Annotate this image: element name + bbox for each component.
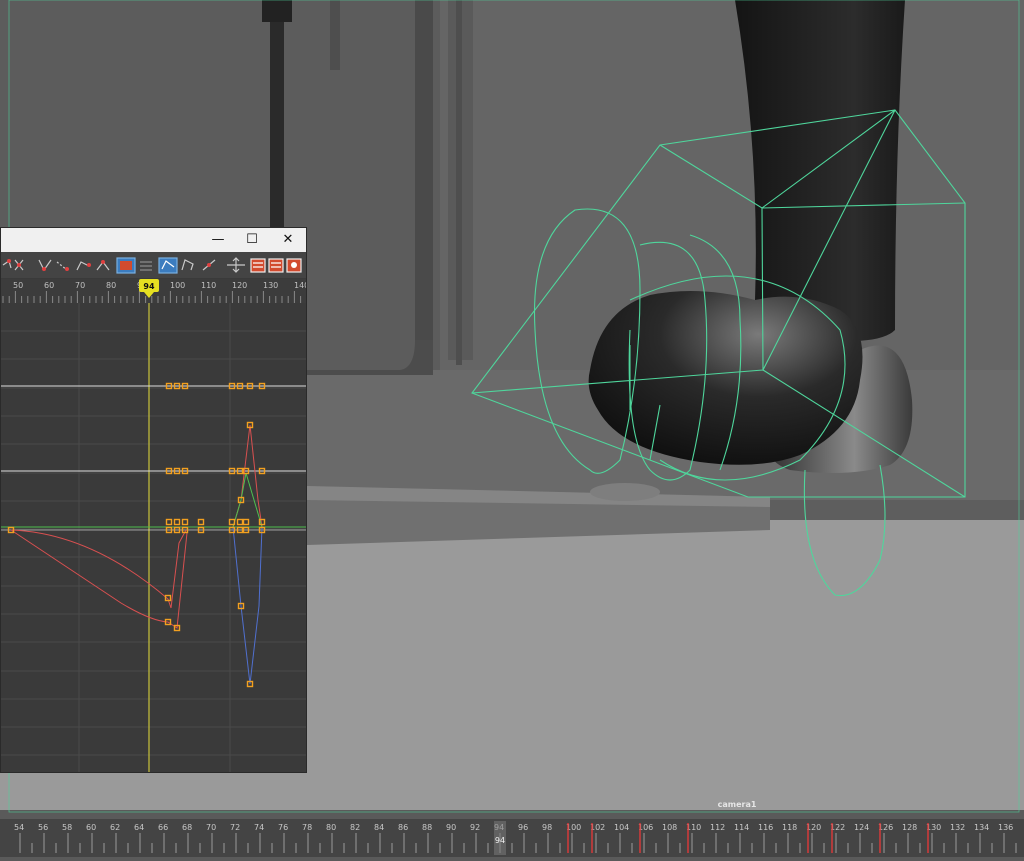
ruler-label: 120: [232, 281, 247, 290]
timeline-tick-label: 66: [158, 823, 168, 832]
ruler-label: 80: [106, 281, 116, 290]
timeline-tick-label: 82: [350, 823, 360, 832]
timeline-tick-label: 112: [710, 823, 725, 832]
timeline-tick-label: 90: [446, 823, 456, 832]
frame-playback-icon[interactable]: [140, 261, 152, 271]
timeline-tick-label: 86: [398, 823, 408, 832]
timeline-tick-label: 124: [854, 823, 869, 832]
buffer-icon[interactable]: [202, 259, 216, 271]
graph-grid: [1, 303, 306, 772]
maximize-button[interactable]: ☐: [243, 231, 261, 249]
ruler-label: 60: [44, 281, 54, 290]
graph-editor-titlebar[interactable]: — ☐ ✕: [1, 228, 306, 252]
timeline-current-frame[interactable]: 94: [494, 821, 506, 855]
add-key-icon[interactable]: [56, 261, 69, 271]
timeline-tick-label: 136: [998, 823, 1013, 832]
ruler-label: 70: [75, 281, 85, 290]
timeline-tick-label: 132: [950, 823, 965, 832]
current-frame-label: 94: [143, 282, 155, 291]
frame-all-icon[interactable]: [116, 257, 136, 274]
pipe: [270, 15, 284, 230]
timeline-tick-label: 62: [110, 823, 120, 832]
ruler-label: 110: [201, 281, 216, 290]
ruler-label: 50: [13, 281, 23, 290]
timeline-tick-label: 68: [182, 823, 192, 832]
timeline-tick-label: 116: [758, 823, 773, 832]
timeline-tick-label: 108: [662, 823, 677, 832]
move-key-icon[interactable]: [14, 259, 24, 271]
timeline-tick-label: 118: [782, 823, 797, 832]
timeline-tick-label: 70: [206, 823, 216, 832]
timeline-tick-label: 74: [254, 823, 264, 832]
time-slider[interactable]: 54 56 58 60 62 64 66 68 70 72 74 76 78 80 82 84 86 88 90 92…: [0, 819, 1024, 857]
timeline-tick-label: 98: [542, 823, 552, 832]
timeline-tick-label: 72: [230, 823, 240, 832]
timeline-tick-label: 84: [374, 823, 384, 832]
ruler-label: 100: [170, 281, 185, 290]
close-button[interactable]: ✕: [279, 231, 297, 249]
trax-icon[interactable]: [286, 258, 302, 273]
graph-editor-toolbar: [1, 252, 306, 279]
select-key-icon[interactable]: [2, 259, 12, 269]
snap-icon[interactable]: [158, 257, 178, 274]
timeline-tick-label: 64: [134, 823, 144, 832]
translate-x-curve[interactable]: [10, 529, 187, 609]
curve-snap-icon[interactable]: [181, 259, 194, 271]
insert-key-icon[interactable]: [38, 259, 52, 272]
region-icon[interactable]: [96, 260, 110, 271]
timeline-tick-label: 104: [614, 823, 629, 832]
timeline-tick-label: 114: [734, 823, 749, 832]
timeline-tick-label: 56: [38, 823, 48, 832]
timeline-tick-label: 88: [422, 823, 432, 832]
timeline-tick-label: 54: [14, 823, 24, 832]
timeline-tick-label: 80: [326, 823, 336, 832]
timeline-tick-label: 78: [302, 823, 312, 832]
rotate-z-curve[interactable]: [232, 526, 263, 685]
ruler-label: 130: [263, 281, 278, 290]
lattice-icon[interactable]: [76, 261, 91, 271]
frame-ruler[interactable]: 50 60 70 80 90 100 110 120 130 140 94: [1, 279, 309, 303]
timeline-current-frame-label: 94: [495, 836, 505, 845]
timeline-tick-label: 134: [974, 823, 989, 832]
timeline-tick-label: 76: [278, 823, 288, 832]
camera-label: camera1: [717, 800, 757, 809]
timeline-tick-label: 96: [518, 823, 528, 832]
timeline-tick-label: 58: [62, 823, 72, 832]
timeline-tick-label: 128: [902, 823, 917, 832]
timeline-tick-label: 60: [86, 823, 96, 832]
curve-graph-canvas[interactable]: [1, 303, 306, 772]
minimize-button[interactable]: —: [209, 231, 227, 249]
animation-curves: [1, 385, 306, 685]
current-frame-marker[interactable]: 94: [139, 279, 159, 298]
ruler-label: 140: [294, 281, 306, 290]
dopesheet-icon[interactable]: [268, 258, 284, 273]
leg: [735, 0, 905, 342]
move-nearest-icon[interactable]: [227, 257, 245, 273]
timeline-tick-label: 92: [470, 823, 480, 832]
graph-editor-window[interactable]: — ☐ ✕ 50 60 70 80 100 110 120 130 14 94: [0, 227, 309, 773]
key-stats-icon[interactable]: [250, 258, 266, 273]
